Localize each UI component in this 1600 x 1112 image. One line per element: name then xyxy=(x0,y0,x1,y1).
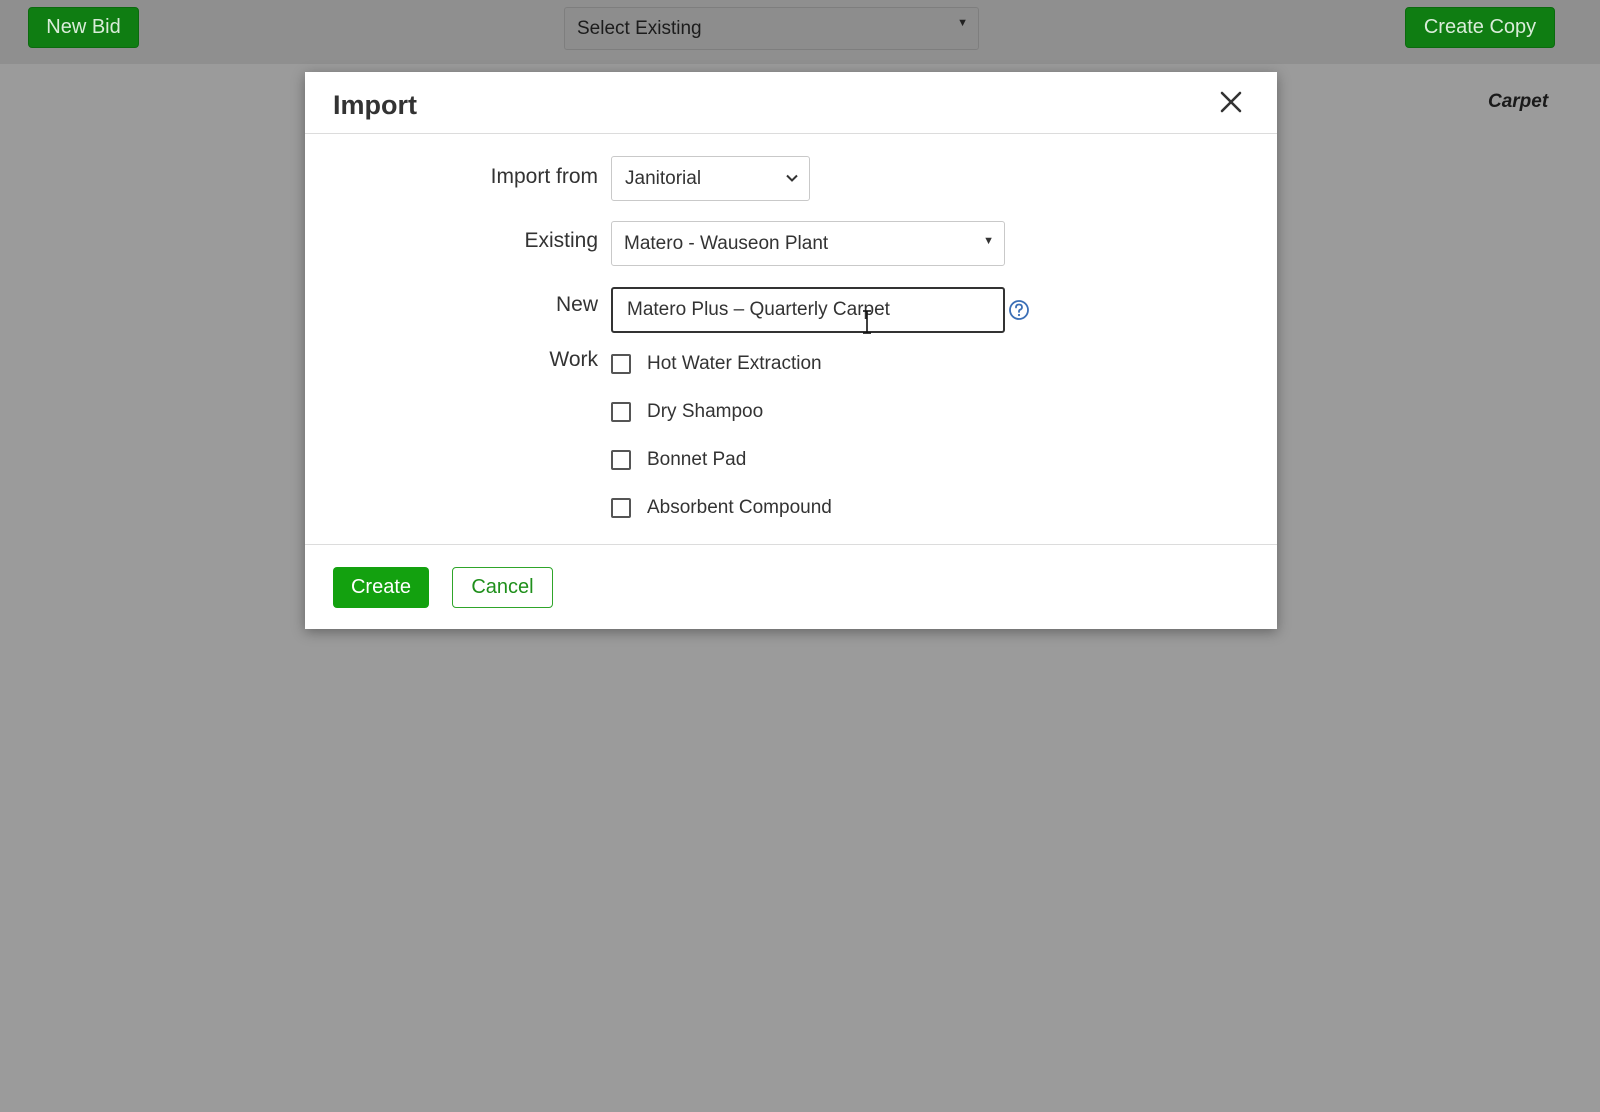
help-icon[interactable] xyxy=(1008,299,1030,321)
cancel-button[interactable]: Cancel xyxy=(452,567,553,608)
new-bid-button[interactable]: New Bid xyxy=(28,7,139,48)
import-dialog: Import Import from Existing New Work Jan… xyxy=(305,72,1277,629)
import-from-value: Janitorial xyxy=(625,167,702,189)
work-option-label: Absorbent Compound xyxy=(647,497,832,518)
checkbox[interactable] xyxy=(611,498,631,518)
work-option-label: Dry Shampoo xyxy=(647,401,764,422)
caret-down-icon: ▼ xyxy=(957,17,968,29)
section-label-carpet: Carpet xyxy=(1488,91,1549,112)
top-toolbar: New Bid Select Existing ▼ Create Copy xyxy=(0,0,1600,64)
import-from-label: Import from xyxy=(490,165,598,188)
select-existing-dropdown[interactable]: Select Existing ▼ xyxy=(564,7,979,50)
work-label: Work xyxy=(549,348,598,371)
import-from-select[interactable]: Janitorial xyxy=(611,156,810,201)
caret-down-icon: ▼ xyxy=(983,235,994,247)
existing-value: Matero - Wauseon Plant xyxy=(624,232,829,254)
existing-select[interactable]: Matero - Wauseon Plant ▼ xyxy=(611,221,1005,266)
work-option-bonnet-pad[interactable]: Bonnet Pad xyxy=(611,447,746,473)
new-name-input[interactable]: Matero Plus – Quarterly Carpet xyxy=(611,287,1005,333)
page: New Bid Select Existing ▼ Create Copy Ca… xyxy=(0,0,1600,1112)
close-icon[interactable] xyxy=(1218,89,1244,115)
create-button[interactable]: Create xyxy=(333,567,429,608)
new-name-value: Matero Plus – Quarterly Carpet xyxy=(627,299,890,320)
checkbox[interactable] xyxy=(611,402,631,422)
work-option-dry-shampoo[interactable]: Dry Shampoo xyxy=(611,399,763,425)
dialog-footer: Create Cancel xyxy=(305,544,1277,629)
work-option-hot-water-extraction[interactable]: Hot Water Extraction xyxy=(611,351,822,377)
checkbox[interactable] xyxy=(611,450,631,470)
chevron-down-icon xyxy=(786,174,798,182)
work-option-label: Hot Water Extraction xyxy=(647,353,822,374)
work-option-label: Bonnet Pad xyxy=(647,449,747,470)
checkbox[interactable] xyxy=(611,354,631,374)
text-cursor-icon xyxy=(863,310,871,334)
work-option-absorbent-compound[interactable]: Absorbent Compound xyxy=(611,495,832,521)
select-existing-placeholder: Select Existing xyxy=(577,17,702,39)
new-label: New xyxy=(555,293,598,316)
create-copy-button[interactable]: Create Copy xyxy=(1405,7,1555,48)
existing-label: Existing xyxy=(524,229,598,252)
